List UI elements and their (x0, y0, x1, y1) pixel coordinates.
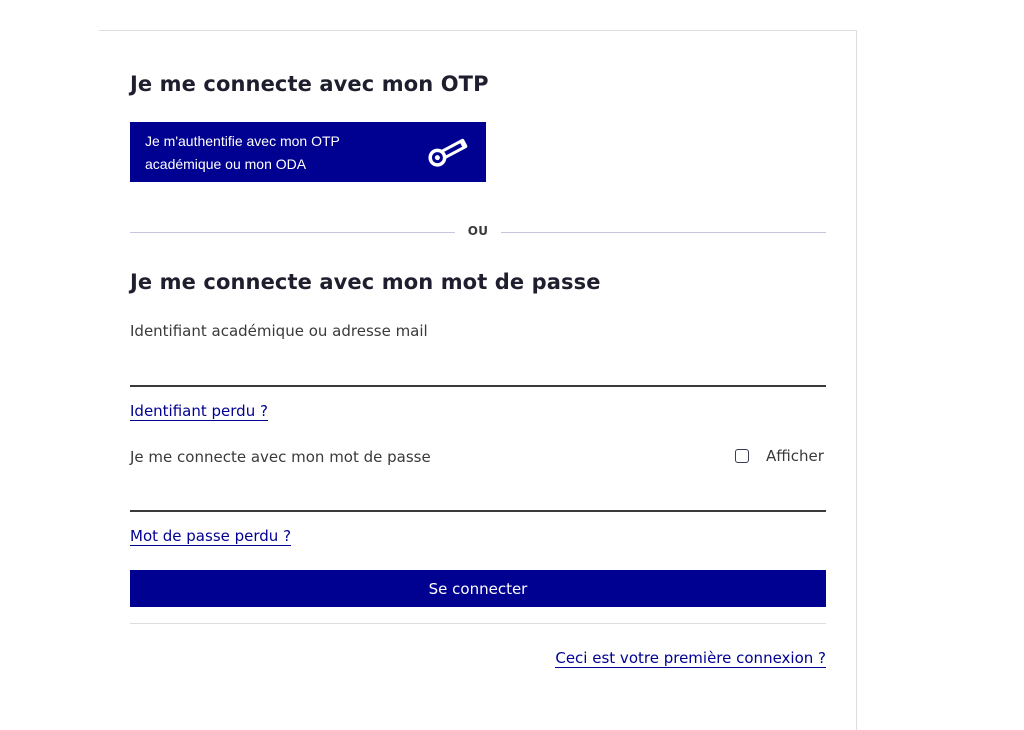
show-password-label[interactable]: Afficher (766, 447, 824, 465)
divider-label: OU (467, 224, 489, 238)
first-login-link[interactable]: Ceci est votre première connexion ? (555, 649, 826, 668)
otp-key-icon (424, 134, 472, 170)
identifier-input[interactable] (130, 347, 826, 387)
login-submit-button[interactable]: Se connecter (130, 570, 826, 607)
otp-button-line2: académique ou mon ODA (145, 156, 307, 172)
identifier-lost-link[interactable]: Identifiant perdu ? (130, 402, 268, 421)
password-label: Je me connecte avec mon mot de passe (130, 448, 431, 466)
divider-right (501, 232, 826, 233)
otp-section-title: Je me connecte avec mon OTP (130, 72, 489, 96)
identifier-label: Identifiant académique ou adresse mail (130, 322, 428, 340)
otp-login-button[interactable]: Je m'authentifie avec mon OTP académique… (130, 122, 486, 182)
password-lost-link[interactable]: Mot de passe perdu ? (130, 527, 292, 546)
divider-left (130, 232, 455, 233)
show-password-checkbox[interactable] (735, 449, 749, 463)
otp-button-line1: Je m'authentifie avec mon OTP (145, 133, 340, 149)
show-password-toggle[interactable]: Afficher (735, 447, 824, 465)
footer-separator (130, 623, 826, 624)
password-section-title: Je me connecte avec mon mot de passe (130, 270, 601, 294)
password-input[interactable] (130, 472, 826, 512)
